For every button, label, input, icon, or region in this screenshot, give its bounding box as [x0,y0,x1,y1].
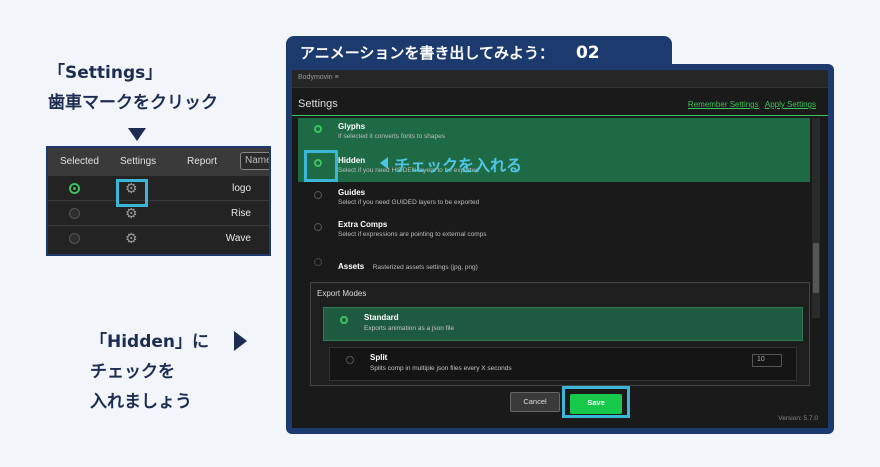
instruction-settings: 「Settings」 歯車マークをクリック [48,58,218,118]
selected-radio[interactable] [69,208,80,219]
settings-links: Remember Settings Apply Settings [684,100,816,109]
export-split[interactable]: Split Splits comp in multiple json files… [329,347,797,381]
save-highlight-box [562,386,630,418]
settings-list: Glyphs If selected it converts fonts to … [298,118,818,271]
table-row: ⚙ logo [48,175,269,200]
comp-name: Wave [225,233,251,244]
setting-title: Assets [338,262,365,271]
screenshot-frame: Bodymovin ≡ Settings Remember Settings A… [286,64,834,434]
callout-arrow-icon [380,157,388,169]
setting-guides[interactable]: Guides Select if you need GUIDED layers … [298,184,810,214]
arrow-down-icon [128,128,146,141]
instruction-hidden-line1: 「Hidden」に [90,332,210,352]
setting-assets[interactable]: Assets Rasterized assets settings (jpg, … [298,252,810,274]
split-desc: Splits comp in multiple json files every… [370,365,512,372]
export-modes-header: Export Modes [317,289,367,298]
step-title-text: アニメーションを書き出してみよう： [300,44,554,62]
setting-hidden[interactable]: Hidden Select if you need HIDDEN layers … [298,150,810,182]
guides-radio[interactable] [314,191,322,199]
standard-title: Standard [364,313,399,322]
gear-icon[interactable]: ⚙ [125,230,138,246]
setting-glyphs[interactable]: Glyphs If selected it converts fonts to … [298,118,810,150]
check-callout: チェックを入れる [380,152,522,176]
export-modes-panel: Export Modes Standard Exports animation … [310,282,810,386]
instruction-settings-line2: 歯車マークをクリック [48,93,218,113]
remember-settings-link[interactable]: Remember Settings [688,100,759,109]
gear-highlight-box [116,179,148,207]
split-seconds-input[interactable]: 10 [752,354,782,367]
step-title: アニメーションを書き出してみよう： 02 [286,36,672,66]
instruction-hidden: 「Hidden」に チェックを 入れましょう [90,327,209,417]
settings-title: Settings [298,98,338,110]
setting-extra-comps[interactable]: Extra Comps Select if expressions are po… [298,216,810,246]
setting-desc: Select if expressions are pointing to ex… [338,231,487,238]
version-label: Version: 5.7.0 [778,415,818,422]
divider [292,115,828,116]
table-row: ⚙ Wave [48,225,269,250]
split-radio[interactable] [346,356,354,364]
assets-icon [314,258,322,266]
standard-desc: Exports animation as a json file [364,325,454,332]
setting-title: Glyphs [338,122,366,131]
arrow-right-icon [234,331,247,351]
setting-desc: If selected it converts fonts to shapes [338,133,445,140]
setting-desc: Select if you need GUIDED layers to be e… [338,199,480,206]
app-topbar: Bodymovin ≡ [292,70,828,88]
callout-text: チェックを入れる [394,156,523,175]
glyphs-radio[interactable] [314,125,322,133]
extra-comps-radio[interactable] [314,223,322,231]
selected-radio[interactable] [69,233,80,244]
scrollbar-thumb[interactable] [813,243,819,293]
bodymovin-settings-window: Bodymovin ≡ Settings Remember Settings A… [292,70,828,428]
hidden-highlight-box [304,150,338,182]
gear-icon[interactable]: ⚙ [125,205,138,221]
composition-panel-header: Selected Settings Report Name [48,148,269,175]
instruction-hidden-line2: チェックを [90,362,175,382]
instruction-settings-line1: 「Settings」 [48,63,163,83]
comp-name: Rise [230,208,251,219]
composition-panel: Selected Settings Report Name ⚙ logo ⚙ R… [46,146,271,256]
setting-title: Guides [338,188,366,197]
header-selected: Selected [60,156,99,167]
table-row: ⚙ Rise [48,200,269,225]
setting-desc: Rasterized assets settings (jpg, png) [372,264,478,271]
header-report: Report [187,156,218,167]
step-number: 02 [575,43,600,63]
header-settings: Settings [120,156,157,167]
apply-settings-link[interactable]: Apply Settings [765,100,816,109]
comp-name: logo [232,183,251,194]
instruction-hidden-line3: 入れましょう [90,392,192,412]
name-filter-input[interactable]: Name [240,152,269,170]
export-standard[interactable]: Standard Exports animation as a json fil… [323,307,803,341]
cancel-button[interactable]: Cancel [510,392,560,412]
standard-radio[interactable] [340,316,348,324]
scrollbar[interactable] [812,118,820,318]
setting-title: Extra Comps [338,220,388,229]
split-title: Split [370,353,388,362]
selected-radio[interactable] [69,183,80,194]
